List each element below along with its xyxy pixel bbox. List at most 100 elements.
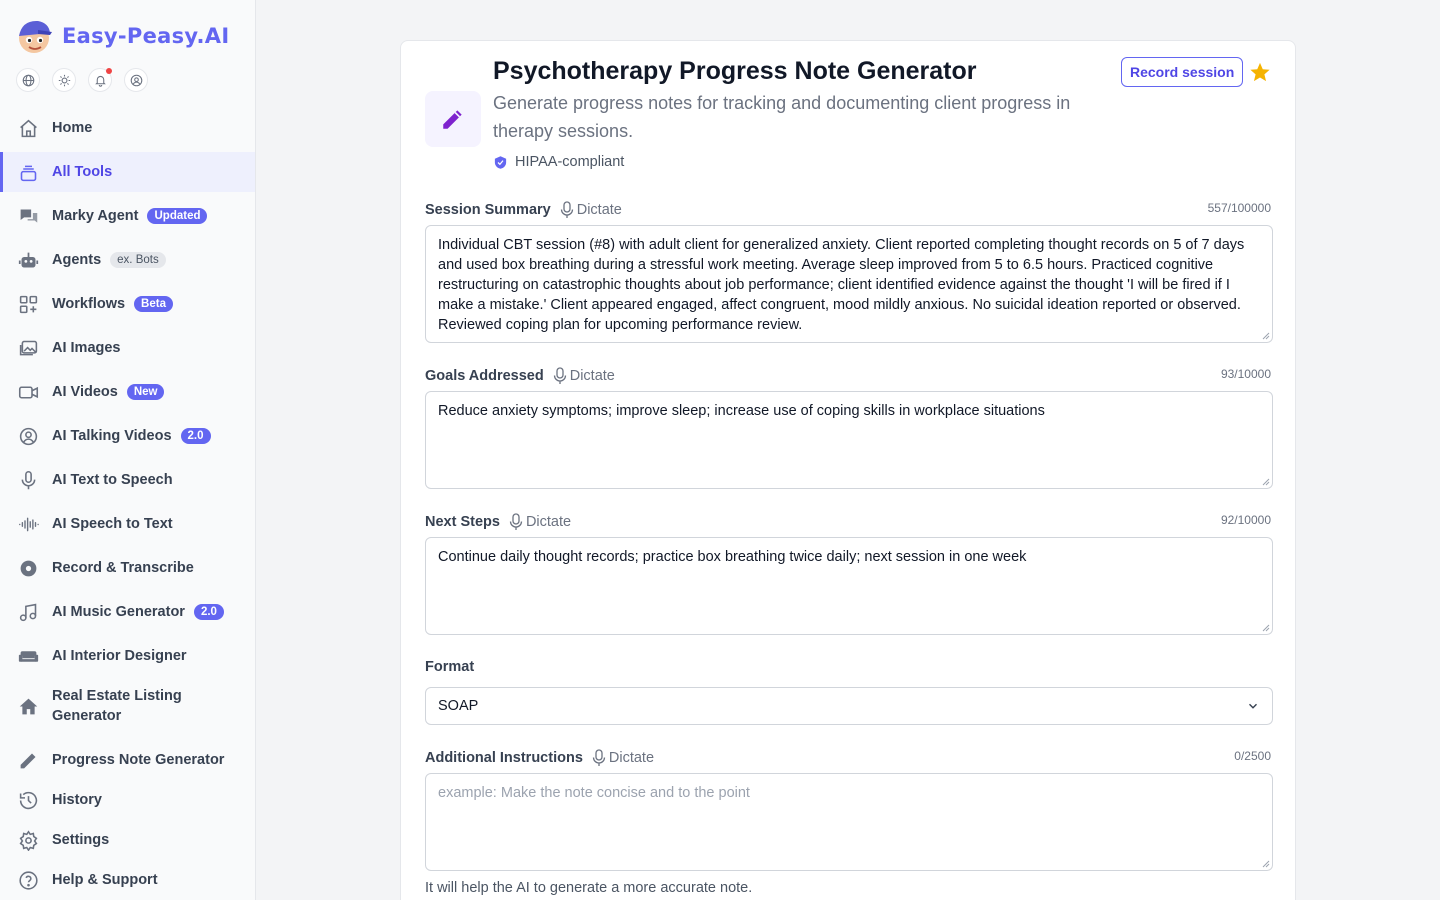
waveform-icon bbox=[17, 513, 39, 535]
account-button[interactable] bbox=[124, 68, 148, 92]
sidebar-item-label: Record & Transcribe bbox=[52, 560, 194, 576]
session-summary-label: Session Summary Dictate bbox=[425, 201, 622, 219]
field-label-text: Format bbox=[425, 659, 475, 675]
image-icon bbox=[17, 337, 39, 359]
sidebar-item-record-transcribe[interactable]: Record & Transcribe bbox=[0, 548, 255, 588]
additional-instructions-textarea[interactable]: example: Make the note concise and to th… bbox=[425, 773, 1273, 871]
page-title: Psychotherapy Progress Note Generator bbox=[493, 57, 977, 85]
dictate-button[interactable]: Dictate bbox=[591, 749, 654, 767]
textarea-value: Continue daily thought records; practice… bbox=[438, 549, 1027, 565]
favorite-button[interactable] bbox=[1249, 61, 1271, 88]
notifications-button[interactable] bbox=[88, 68, 112, 92]
sidebar-item-ai-videos[interactable]: AI Videos New bbox=[0, 372, 255, 412]
sidebar-item-history[interactable]: History bbox=[0, 780, 255, 820]
bots-badge: ex. Bots bbox=[110, 252, 166, 268]
resize-handle-icon[interactable] bbox=[1262, 624, 1270, 632]
record-icon bbox=[17, 557, 39, 579]
dictate-label: Dictate bbox=[569, 368, 615, 384]
char-counter: 557/100000 bbox=[1207, 201, 1271, 215]
textarea-value: Individual CBT session (#8) with adult c… bbox=[438, 237, 1245, 333]
sidebar-item-label: AI Images bbox=[52, 340, 121, 356]
help-icon bbox=[17, 869, 39, 891]
notification-dot bbox=[106, 68, 112, 74]
gear-icon bbox=[17, 829, 39, 851]
star-icon bbox=[1250, 62, 1270, 82]
sidebar-item-ai-text-to-speech[interactable]: AI Text to Speech bbox=[0, 460, 255, 500]
dictate-label: Dictate bbox=[525, 514, 572, 530]
dictate-button[interactable]: Dictate bbox=[559, 201, 622, 219]
sidebar-item-label: History bbox=[52, 792, 102, 808]
sidebar-item-label: Help & Support bbox=[52, 872, 158, 888]
format-select[interactable]: SOAP bbox=[425, 687, 1273, 725]
sidebar-item-ai-interior-designer[interactable]: AI Interior Designer bbox=[0, 636, 255, 676]
sidebar-item-workflows[interactable]: Workflows Beta bbox=[0, 284, 255, 324]
helper-text: It will help the AI to generate a more a… bbox=[425, 880, 753, 896]
sidebar-item-label: Settings bbox=[52, 832, 110, 848]
dictate-label: Dictate bbox=[576, 202, 622, 218]
resize-handle-icon[interactable] bbox=[1262, 332, 1270, 340]
dictate-label: Dictate bbox=[608, 750, 655, 766]
layers-icon bbox=[17, 161, 39, 183]
sidebar-item-help[interactable]: Help & Support bbox=[0, 860, 255, 900]
next-steps-textarea[interactable]: Continue daily thought records; practice… bbox=[425, 537, 1273, 635]
house-icon bbox=[17, 695, 39, 717]
tool-card: Psychotherapy Progress Note Generator Ge… bbox=[400, 40, 1296, 900]
sidebar-item-label: AI Talking Videos bbox=[52, 428, 172, 444]
new-badge: New bbox=[126, 384, 165, 400]
sidebar-item-home[interactable]: Home bbox=[0, 108, 255, 148]
record-session-button[interactable]: Record session bbox=[1121, 57, 1244, 87]
music-icon bbox=[17, 601, 39, 623]
sidebar-item-label: AI Videos bbox=[52, 384, 118, 400]
hipaa-indicator: HIPAA-compliant bbox=[493, 154, 624, 170]
sidebar-item-label: All Tools bbox=[52, 164, 113, 180]
sun-icon bbox=[58, 74, 70, 86]
updated-badge: Updated bbox=[147, 208, 208, 224]
pencil-icon bbox=[17, 749, 39, 771]
microphone-icon bbox=[553, 367, 566, 384]
sidebar-item-label: Real Estate Listing Generator bbox=[52, 688, 182, 724]
sidebar-item-label: Marky Agent bbox=[52, 208, 139, 224]
sidebar-item-ai-speech-to-text[interactable]: AI Speech to Text bbox=[0, 504, 255, 544]
field-label-text: Session Summary bbox=[425, 202, 551, 218]
goals-label: Goals Addressed Dictate bbox=[425, 367, 615, 385]
chevron-down-icon bbox=[1249, 703, 1257, 709]
resize-handle-icon[interactable] bbox=[1262, 860, 1270, 868]
avatar-icon bbox=[17, 425, 39, 447]
beta-badge: Beta bbox=[134, 296, 173, 312]
language-button[interactable] bbox=[16, 68, 40, 92]
dictate-button[interactable]: Dictate bbox=[552, 367, 615, 385]
sidebar-item-ai-images[interactable]: AI Images bbox=[0, 328, 255, 368]
sidebar-item-marky-agent[interactable]: Marky Agent Updated bbox=[0, 196, 255, 236]
sidebar-item-label: AI Music Generator bbox=[52, 604, 185, 620]
sidebar-item-label: Home bbox=[52, 120, 93, 136]
microphone-icon bbox=[17, 469, 39, 491]
pencil-icon bbox=[443, 110, 462, 129]
sidebar-item-label: Workflows bbox=[52, 296, 126, 312]
sidebar-item-ai-music-generator[interactable]: AI Music Generator 2.0 bbox=[0, 592, 255, 632]
mascot-icon bbox=[14, 16, 54, 56]
user-circle-icon bbox=[130, 74, 142, 86]
field-label-text: Additional Instructions bbox=[425, 750, 583, 766]
resize-handle-icon[interactable] bbox=[1262, 478, 1270, 486]
theme-toggle-button[interactable] bbox=[52, 68, 76, 92]
brand-logo[interactable]: Easy-Peasy.AI bbox=[14, 16, 229, 56]
home-icon bbox=[17, 117, 39, 139]
sidebar-item-agents[interactable]: Agents ex. Bots bbox=[0, 240, 255, 280]
session-summary-textarea[interactable]: Individual CBT session (#8) with adult c… bbox=[425, 225, 1273, 343]
goals-textarea[interactable]: Reduce anxiety symptoms; improve sleep; … bbox=[425, 391, 1273, 489]
hipaa-label: HIPAA-compliant bbox=[515, 154, 625, 170]
sidebar-item-progress-note[interactable]: Progress Note Generator bbox=[0, 740, 255, 780]
sidebar-item-all-tools[interactable]: All Tools bbox=[0, 152, 255, 192]
format-value: SOAP bbox=[438, 698, 479, 714]
sidebar-item-label: Progress Note Generator bbox=[52, 752, 225, 768]
char-counter: 0/2500 bbox=[1234, 749, 1271, 763]
microphone-icon bbox=[592, 749, 606, 766]
chat-icon bbox=[17, 205, 39, 227]
shield-check-icon bbox=[494, 155, 507, 169]
sidebar-item-settings[interactable]: Settings bbox=[0, 820, 255, 860]
history-icon bbox=[17, 789, 39, 811]
version-badge: 2.0 bbox=[180, 428, 211, 444]
dictate-button[interactable]: Dictate bbox=[508, 513, 571, 531]
sidebar-item-ai-talking-videos[interactable]: AI Talking Videos 2.0 bbox=[0, 416, 255, 456]
sidebar-item-real-estate[interactable]: Real Estate Listing Generator bbox=[0, 680, 255, 732]
